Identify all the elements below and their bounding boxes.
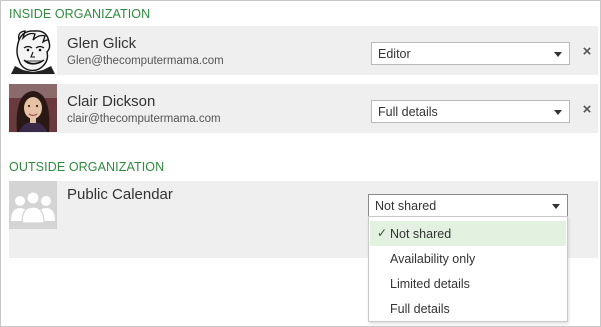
inside-organization-heading: INSIDE ORGANIZATION bbox=[9, 7, 151, 21]
option-not-shared[interactable]: ✓ Not shared bbox=[370, 221, 566, 246]
permission-value: Editor bbox=[378, 47, 411, 61]
avatar-drawing bbox=[9, 84, 57, 132]
option-availability-only[interactable]: Availability only bbox=[370, 246, 566, 271]
chevron-down-icon bbox=[554, 110, 562, 115]
permission-options-menu: ✓ Not shared Availability only Limited d… bbox=[368, 216, 568, 322]
outside-organization-heading: OUTSIDE ORGANIZATION bbox=[9, 160, 165, 174]
option-label: Limited details bbox=[390, 277, 470, 291]
permission-value: Not shared bbox=[375, 199, 437, 213]
permission-dropdown-glen[interactable]: Editor bbox=[371, 42, 570, 65]
option-limited-details[interactable]: Limited details bbox=[370, 271, 566, 296]
close-icon[interactable]: × bbox=[580, 102, 594, 117]
calendar-name: Public Calendar bbox=[67, 186, 173, 203]
person-email: Glen@thecomputermama.com bbox=[67, 55, 224, 67]
option-label: Not shared bbox=[390, 227, 452, 241]
checkmark-icon: ✓ bbox=[377, 226, 388, 240]
close-icon[interactable]: × bbox=[580, 44, 594, 59]
person-row-clair: Clair Dickson clair@thecomputermama.com … bbox=[9, 84, 598, 133]
option-label: Full details bbox=[390, 302, 450, 316]
cartoon-face-avatar bbox=[9, 26, 57, 74]
permission-value: Full details bbox=[378, 105, 438, 119]
avatar-drawing bbox=[9, 26, 57, 74]
person-name: Glen Glick bbox=[67, 35, 137, 52]
person-email: clair@thecomputermama.com bbox=[67, 113, 221, 125]
person-name: Clair Dickson bbox=[67, 93, 156, 110]
permission-dropdown-clair[interactable]: Full details bbox=[371, 100, 570, 123]
person-row-glen: Glen Glick Glen@thecomputermama.com Edit… bbox=[9, 26, 598, 75]
group-icon bbox=[9, 181, 57, 229]
permission-dropdown-public-calendar[interactable]: Not shared bbox=[368, 194, 568, 217]
option-full-details[interactable]: Full details bbox=[370, 296, 566, 321]
sharing-permissions-panel: INSIDE ORGANIZATION Glen Glick Glen@thec… bbox=[0, 0, 601, 327]
chevron-down-icon bbox=[552, 204, 560, 209]
option-label: Availability only bbox=[390, 252, 476, 266]
chevron-down-icon bbox=[554, 52, 562, 57]
group-silhouette bbox=[9, 181, 57, 229]
photo-avatar bbox=[9, 84, 57, 132]
